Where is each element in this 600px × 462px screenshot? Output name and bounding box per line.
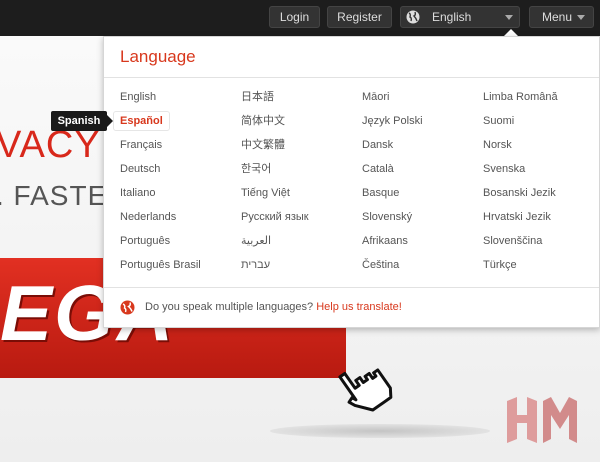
language-option[interactable]: Hrvatski Jezik (483, 209, 600, 233)
language-option[interactable]: العربية (241, 233, 359, 257)
language-option[interactable]: Bosanski Jezik (483, 185, 600, 209)
language-option[interactable]: Slovenščina (483, 233, 600, 257)
language-option[interactable]: Svenska (483, 161, 600, 185)
divider (104, 77, 599, 78)
language-option[interactable]: Afrikaans (362, 233, 480, 257)
language-option[interactable]: Português Brasil (120, 257, 238, 281)
language-option[interactable]: עברית (241, 257, 359, 281)
hand-cursor-icon (338, 368, 393, 412)
language-option[interactable]: Basque (362, 185, 480, 209)
language-option[interactable]: Português (120, 233, 238, 257)
panel-footer: Do you speak multiple languages? Help us… (104, 287, 599, 327)
language-option[interactable]: Italiano (120, 185, 238, 209)
login-button[interactable]: Login (269, 6, 320, 28)
menu-button-label: Menu (542, 10, 573, 24)
globe-icon (406, 10, 420, 24)
panel-title: Language (120, 47, 196, 66)
menu-button[interactable]: Menu (529, 6, 594, 28)
language-option[interactable]: Język Polski (362, 113, 480, 137)
register-button[interactable]: Register (327, 6, 392, 28)
chevron-down-icon (577, 15, 585, 20)
language-option[interactable]: Tiếng Việt (241, 185, 359, 209)
language-option[interactable]: 한국어 (241, 161, 359, 185)
globe-icon (120, 300, 135, 315)
language-option-active[interactable]: Español (113, 111, 238, 137)
help-translate-link[interactable]: Help us translate! (316, 301, 402, 313)
language-option[interactable]: Māori (362, 89, 480, 113)
footer-question: Do you speak multiple languages? (145, 301, 317, 313)
language-option[interactable]: Norsk (483, 137, 600, 161)
language-option[interactable]: 中文繁體 (241, 137, 359, 161)
language-column: 日本語 简体中文 中文繁體 한국어 Tiếng Việt Русский язы… (241, 89, 359, 281)
language-selector-label: English (432, 10, 472, 24)
chevron-down-icon (505, 15, 513, 20)
tooltip-arrow (107, 115, 113, 127)
footer-message: Do you speak multiple languages? Help us… (145, 301, 402, 313)
language-option[interactable]: Deutsch (120, 161, 238, 185)
language-option[interactable]: Limba Română (483, 89, 600, 113)
language-column: Limba Română Suomi Norsk Svenska Bosansk… (483, 89, 600, 281)
language-option[interactable]: English (120, 89, 238, 113)
hm-logo (507, 397, 577, 443)
language-option[interactable]: 日本語 (241, 89, 359, 113)
language-option[interactable]: Русский язык (241, 209, 359, 233)
language-option[interactable]: Türkçe (483, 257, 600, 281)
language-option[interactable]: Dansk (362, 137, 480, 161)
language-option[interactable]: Nederlands (120, 209, 238, 233)
language-option[interactable]: 简体中文 (241, 113, 359, 137)
language-option[interactable]: Suomi (483, 113, 600, 137)
language-option[interactable]: Čeština (362, 257, 480, 281)
language-option[interactable]: Français (120, 137, 238, 161)
language-column: English Español Français Deutsch Italian… (113, 89, 238, 281)
language-option[interactable]: Slovenský (362, 209, 480, 233)
language-option[interactable]: Català (362, 161, 480, 185)
language-panel: Language English Español Français Deutsc… (103, 36, 600, 328)
language-column: Māori Język Polski Dansk Català Basque S… (362, 89, 480, 281)
language-tooltip: Spanish (51, 111, 107, 131)
hero-shadow (270, 424, 490, 438)
language-selector[interactable]: English (400, 6, 520, 28)
